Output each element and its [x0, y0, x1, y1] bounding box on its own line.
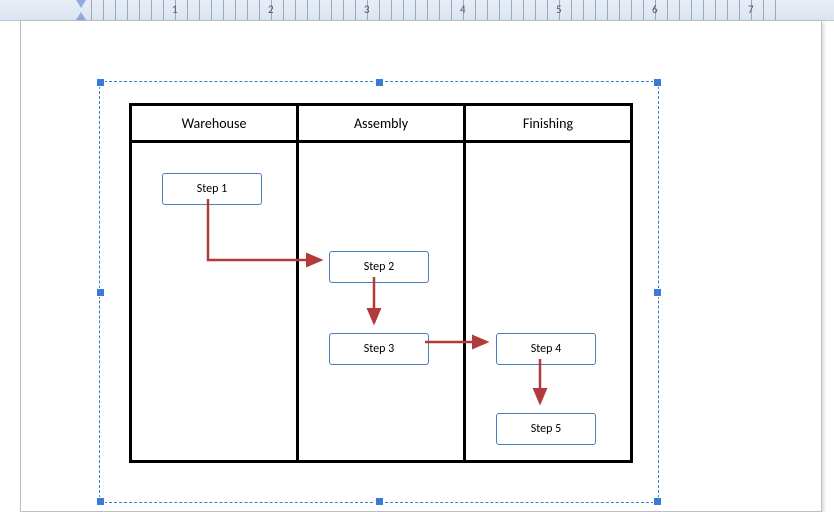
- ruler-number: 3: [364, 3, 370, 16]
- lane-body[interactable]: Step 2 Step 3: [299, 143, 463, 460]
- indent-marker-bottom-icon[interactable]: [76, 12, 86, 20]
- process-step-5[interactable]: Step 5: [496, 413, 596, 445]
- resize-handle-icon[interactable]: [653, 497, 662, 506]
- lane-header-label: Assembly: [354, 115, 408, 132]
- lane-warehouse[interactable]: Warehouse Step 1: [132, 106, 299, 460]
- process-step-2[interactable]: Step 2: [329, 251, 429, 283]
- lane-assembly[interactable]: Assembly Step 2 Step 3: [299, 106, 466, 460]
- lane-header[interactable]: Finishing: [466, 106, 630, 143]
- lane-header[interactable]: Assembly: [299, 106, 463, 143]
- step-label: Step 1: [197, 182, 227, 196]
- ruler-number: 5: [556, 3, 562, 16]
- process-step-4[interactable]: Step 4: [496, 333, 596, 365]
- ruler-number: 2: [268, 3, 274, 16]
- swimlane-table[interactable]: Warehouse Step 1 Assembly Step 2 Step 3 …: [129, 103, 633, 463]
- resize-handle-icon[interactable]: [653, 78, 662, 87]
- ruler-number: 1: [172, 3, 178, 16]
- document-page: Warehouse Step 1 Assembly Step 2 Step 3 …: [20, 20, 822, 512]
- ruler-number: 7: [748, 3, 754, 16]
- ruler-number: 6: [652, 3, 658, 16]
- process-step-1[interactable]: Step 1: [162, 173, 262, 205]
- indent-marker-top-icon[interactable]: [76, 0, 86, 8]
- horizontal-ruler: 1 2 3 4 5 6 7: [0, 0, 834, 21]
- lane-finishing[interactable]: Finishing Step 4 Step 5: [466, 106, 630, 460]
- lane-header-label: Warehouse: [182, 115, 247, 132]
- lane-header-label: Finishing: [523, 115, 573, 132]
- lane-body[interactable]: Step 4 Step 5: [466, 143, 630, 460]
- step-label: Step 4: [531, 342, 561, 356]
- step-label: Step 5: [531, 422, 561, 436]
- resize-handle-icon[interactable]: [96, 497, 105, 506]
- lane-header[interactable]: Warehouse: [132, 106, 296, 143]
- resize-handle-icon[interactable]: [96, 288, 105, 297]
- step-label: Step 3: [364, 342, 394, 356]
- process-step-3[interactable]: Step 3: [329, 333, 429, 365]
- lane-body[interactable]: Step 1: [132, 143, 296, 460]
- resize-handle-icon[interactable]: [96, 78, 105, 87]
- resize-handle-icon[interactable]: [653, 288, 662, 297]
- resize-handle-icon[interactable]: [375, 497, 384, 506]
- step-label: Step 2: [364, 260, 394, 274]
- ruler-number: 4: [460, 3, 466, 16]
- resize-handle-icon[interactable]: [375, 78, 384, 87]
